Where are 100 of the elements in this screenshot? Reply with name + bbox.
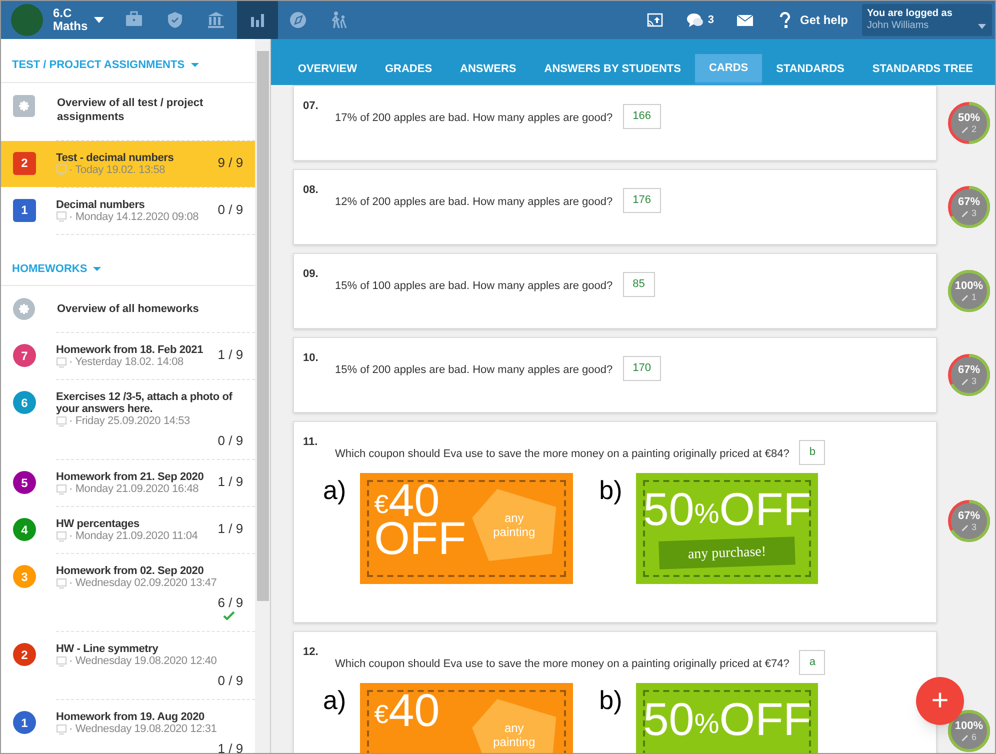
item-date: · Wednesday 19.08.2020 12:31 bbox=[69, 723, 217, 735]
pencil-icon bbox=[961, 293, 970, 301]
scrollbar[interactable] bbox=[255, 39, 270, 753]
shield-icon bbox=[166, 11, 184, 29]
monitor-icon bbox=[56, 484, 67, 494]
assignment-item[interactable]: 7 Homework from 18. Feb 2021 · Yesterday 18.02. 14:08 1 / 9 bbox=[1, 333, 256, 379]
number-badge: 4 bbox=[13, 518, 36, 541]
assignment-item[interactable]: 6 Exercises 12 /3-5, attach a photo of your answers here. · Friday 25.09.2020 14:53 0 / 9 bbox=[1, 380, 256, 459]
cast-icon[interactable] bbox=[646, 12, 664, 28]
option-label: a) bbox=[323, 474, 346, 507]
score-percent: 100% bbox=[954, 280, 984, 292]
monitor-icon bbox=[56, 416, 67, 426]
number-badge: 2 bbox=[13, 643, 36, 666]
answer-field: b bbox=[799, 440, 826, 465]
help-label: Get help bbox=[800, 12, 848, 29]
assignment-item[interactable]: 1 Decimal numbers · Monday 14.12.2020 09:08 0 / 9 bbox=[1, 188, 256, 234]
assignment-item[interactable]: 3 Homework from 02. Sep 2020 · Wednesday 02.09.2020 13:47 6 / 9 bbox=[1, 554, 256, 631]
item-title: Homework from 02. Sep 2020 bbox=[56, 565, 205, 577]
number-badge: 7 bbox=[13, 344, 36, 367]
item-score: 1 / 9 bbox=[218, 347, 244, 362]
item-score: 1 / 9 bbox=[218, 474, 244, 489]
score-percent: 67% bbox=[958, 364, 980, 376]
caret-icon[interactable] bbox=[94, 17, 104, 23]
monitor-icon bbox=[56, 164, 67, 175]
number-badge: 2 bbox=[13, 152, 36, 174]
question-number: 09. bbox=[303, 267, 320, 282]
pencil-icon bbox=[961, 523, 970, 531]
caret-icon[interactable] bbox=[93, 266, 102, 271]
discount-amount: 50 bbox=[643, 487, 694, 531]
assignment-item[interactable]: Overview of all test / project assignments bbox=[1, 82, 256, 140]
assignment-item[interactable]: Overview of all homeworks bbox=[1, 286, 256, 332]
question-number: 10. bbox=[303, 351, 320, 366]
monitor-icon bbox=[56, 656, 67, 666]
walking-people-icon bbox=[330, 11, 348, 29]
off-label: OFF bbox=[719, 487, 812, 531]
item-date: · Yesterday 18.02. 14:08 bbox=[69, 356, 184, 368]
scrollbar-thumb[interactable] bbox=[256, 51, 269, 601]
chat-icon[interactable] bbox=[686, 12, 704, 28]
pencil-icon bbox=[961, 733, 970, 741]
item-title: Overview of all test / project assignments bbox=[57, 96, 204, 124]
percent-sign: % bbox=[694, 497, 720, 531]
help-button[interactable]: Get help bbox=[778, 11, 848, 29]
number-badge: 1 bbox=[13, 711, 36, 734]
discount-amount: 40 bbox=[388, 691, 440, 729]
coupon-note: any painting bbox=[492, 721, 536, 749]
item-score: 6 / 9 bbox=[218, 595, 244, 610]
attempt-count: 3 bbox=[971, 376, 976, 386]
user-dropdown[interactable]: You are logged as John Williams bbox=[862, 4, 992, 36]
login-label: You are logged as bbox=[867, 8, 954, 20]
item-title: Overview of all homeworks bbox=[57, 302, 199, 316]
answer-field: 166 bbox=[622, 104, 661, 129]
item-date: · Monday 21.09.2020 11:04 bbox=[69, 530, 198, 542]
monitor-icon bbox=[56, 578, 67, 588]
question-text: Which coupon should Eva use to save the more money on a painting originally priced at €84? bbox=[335, 447, 790, 462]
question-number: 12. bbox=[303, 645, 320, 660]
nav-button[interactable] bbox=[236, 1, 278, 39]
bank-icon bbox=[207, 11, 226, 29]
caret-icon bbox=[978, 24, 986, 29]
item-score: 9 / 9 bbox=[218, 154, 244, 170]
item-title: Decimal numbers bbox=[56, 198, 146, 210]
discount-amount: 40 bbox=[388, 481, 440, 519]
discount-amount: 50 bbox=[643, 697, 694, 741]
item-title: Homework from 19. Aug 2020 bbox=[56, 711, 206, 723]
number-badge: 1 bbox=[13, 198, 36, 222]
mail-icon[interactable] bbox=[736, 13, 754, 27]
pencil-icon bbox=[961, 377, 970, 385]
answer-field: 176 bbox=[622, 188, 661, 213]
coupon-note: any painting bbox=[492, 511, 536, 539]
assignment-item[interactable]: 1 Homework from 19. Aug 2020 · Wednesday 19.08.2020 12:31 1 / 9 bbox=[1, 700, 256, 753]
bar-chart-icon bbox=[248, 11, 266, 29]
item-date: · Monday 21.09.2020 16:48 bbox=[69, 483, 199, 495]
subject-name: Maths bbox=[53, 20, 88, 33]
item-title: Homework from 18. Feb 2021 bbox=[56, 344, 204, 356]
attempt-count: 3 bbox=[971, 522, 976, 532]
percent-sign: % bbox=[694, 707, 720, 741]
number-badge: 6 bbox=[13, 391, 36, 414]
caret-icon[interactable] bbox=[190, 63, 199, 68]
assignment-item[interactable]: 4 HW percentages · Monday 21.09.2020 11:04 1 / 9 bbox=[1, 507, 256, 553]
item-score: 0 / 9 bbox=[218, 673, 244, 688]
question-text: 12% of 200 apples are bad. How many apples are good? bbox=[335, 195, 613, 210]
briefcase-icon bbox=[125, 11, 144, 29]
coupon-note: any purchase! bbox=[688, 543, 767, 564]
score-percent: 50% bbox=[958, 112, 980, 124]
assignment-item[interactable]: 2 Test - decimal numbers · Today 19.02. 13:58 9 / 9 bbox=[1, 140, 256, 186]
attempt-count: 1 bbox=[971, 292, 976, 302]
item-score: 1 / 9 bbox=[218, 521, 244, 536]
gear-icon bbox=[13, 94, 35, 116]
gear-icon bbox=[13, 298, 35, 320]
currency-symbol: € bbox=[374, 699, 389, 729]
item-title: Test - decimal numbers bbox=[56, 152, 175, 164]
assignment-item[interactable]: 2 HW - Line symmetry · Wednesday 19.08.2020 12:40 0 / 9 bbox=[1, 632, 256, 699]
pencil-icon bbox=[961, 125, 970, 133]
message-count: 3 bbox=[708, 12, 714, 28]
item-date: · Wednesday 19.08.2020 12:40 bbox=[69, 655, 217, 667]
item-date: · Monday 14.12.2020 09:08 bbox=[69, 210, 199, 222]
off-label: OFF bbox=[719, 697, 812, 741]
assignment-item[interactable]: 5 Homework from 21. Sep 2020 · Monday 21.09.2020 16:48 1 / 9 bbox=[1, 460, 256, 506]
monitor-icon bbox=[56, 724, 67, 734]
option-label: b) bbox=[599, 474, 622, 507]
answer-field: a bbox=[799, 650, 826, 675]
